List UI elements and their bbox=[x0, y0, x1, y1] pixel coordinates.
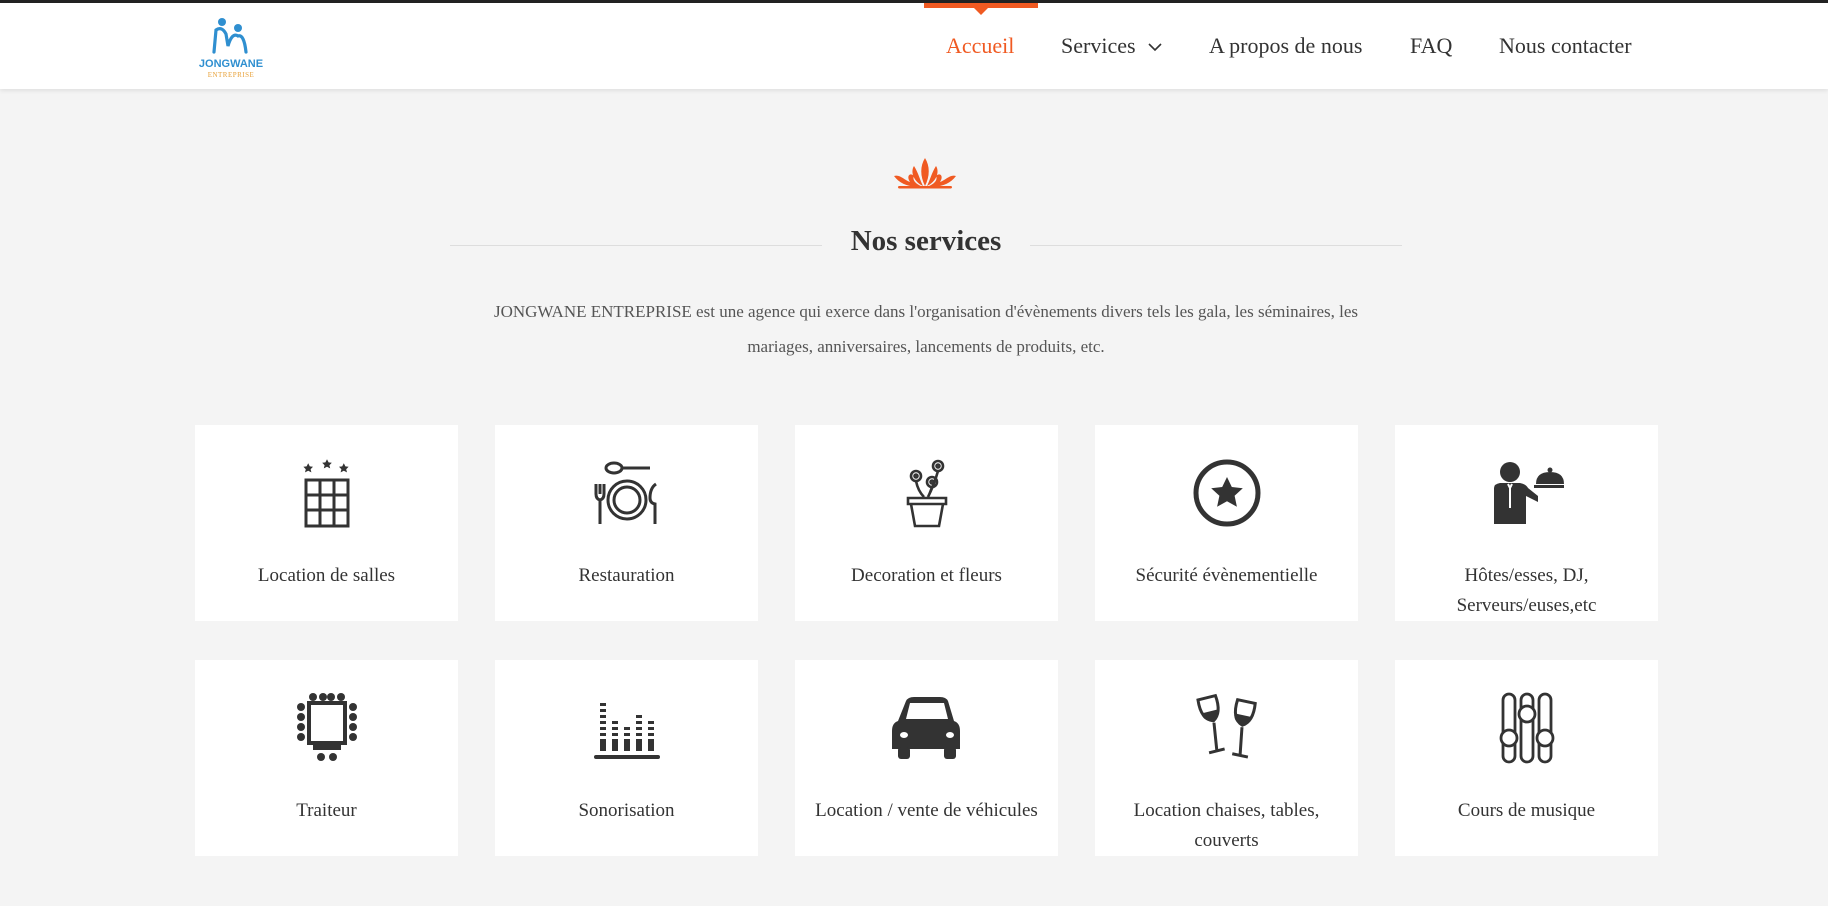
wine-glasses-icon bbox=[1187, 692, 1267, 764]
service-label: Cours de musique bbox=[1457, 800, 1596, 821]
service-label: Restauration bbox=[578, 565, 675, 586]
nav-services-label: Services bbox=[1061, 33, 1136, 58]
nav-contact-label: Nous contacter bbox=[1499, 33, 1632, 58]
service-card-vehicules[interactable]: Location / vente de véhicules bbox=[795, 660, 1058, 856]
site-header: JONGWANE ENTREPRISE Accueil Services A p… bbox=[0, 3, 1828, 89]
nav-about-label: A propos de nous bbox=[1209, 33, 1363, 58]
nav-about[interactable]: A propos de nous bbox=[1209, 33, 1362, 59]
service-card-sonorisation[interactable]: Sonorisation bbox=[495, 660, 758, 856]
building-icon bbox=[287, 457, 367, 529]
service-card-decoration[interactable]: Decoration et fleurs bbox=[795, 425, 1058, 621]
service-label: Sécurité évènementielle bbox=[1135, 565, 1318, 586]
nav-accueil-label: Accueil bbox=[946, 33, 1015, 58]
car-icon bbox=[887, 692, 967, 764]
service-card-restauration[interactable]: Restauration bbox=[495, 425, 758, 621]
equalizer-icon bbox=[587, 692, 667, 764]
logo[interactable]: JONGWANE ENTREPRISE bbox=[198, 16, 264, 80]
service-label-line1: Location chaises, tables, bbox=[1133, 800, 1320, 821]
ornament-icon bbox=[894, 158, 956, 189]
nav-contact[interactable]: Nous contacter bbox=[1499, 33, 1632, 59]
service-label: Sonorisation bbox=[578, 800, 675, 821]
service-label-line2: Serveurs/euses,etc bbox=[1456, 595, 1597, 616]
service-label-line2: couverts bbox=[1194, 830, 1259, 851]
service-card-location-salles[interactable]: Location de salles bbox=[195, 425, 458, 621]
plate-cutlery-icon bbox=[587, 457, 667, 529]
description-line-2: mariages, anniversaires, lancements de p… bbox=[747, 337, 1105, 356]
nav-faq[interactable]: FAQ bbox=[1410, 33, 1452, 59]
people-icon bbox=[212, 18, 248, 54]
nav-faq-label: FAQ bbox=[1410, 33, 1453, 58]
service-card-securite[interactable]: Sécurité évènementielle bbox=[1095, 425, 1358, 621]
service-label: Location / vente de véhicules bbox=[815, 800, 1038, 821]
service-card-hotes[interactable]: Hôtes/esses, DJ, Serveurs/euses,etc bbox=[1395, 425, 1658, 621]
star-badge-icon bbox=[1187, 457, 1267, 529]
description-line-1: JONGWANE ENTREPRISE est une agence qui e… bbox=[493, 302, 1359, 321]
chevron-down-icon bbox=[1147, 43, 1162, 52]
section-description: JONGWANE ENTREPRISE est une agence qui e… bbox=[470, 294, 1382, 364]
waiter-icon bbox=[1487, 457, 1567, 529]
section-heading: Nos services bbox=[850, 225, 1002, 257]
service-label: Hôtes/esses, DJ, Serveurs/euses,etc bbox=[1405, 561, 1648, 621]
service-label: Location de salles bbox=[257, 565, 396, 586]
logo-subtitle: ENTREPRISE bbox=[207, 71, 255, 79]
logo-name: JONGWANE bbox=[198, 58, 264, 70]
service-label: Location chaises, tables, couverts bbox=[1105, 796, 1348, 856]
section-title: Nos services bbox=[450, 225, 1402, 265]
nav-services[interactable]: Services bbox=[1061, 33, 1162, 59]
sliders-icon bbox=[1487, 692, 1567, 764]
banquet-table-icon bbox=[287, 692, 367, 764]
service-label-line1: Hôtes/esses, DJ, bbox=[1464, 565, 1589, 586]
flower-pot-icon bbox=[887, 457, 967, 529]
active-nav-indicator bbox=[924, 3, 1038, 15]
service-label: Decoration et fleurs bbox=[851, 565, 1002, 586]
service-card-chaises-tables[interactable]: Location chaises, tables, couverts bbox=[1095, 660, 1358, 856]
nav-accueil[interactable]: Accueil bbox=[946, 33, 1014, 59]
service-label: Traiteur bbox=[296, 800, 357, 821]
service-card-musique[interactable]: Cours de musique bbox=[1395, 660, 1658, 856]
service-card-traiteur[interactable]: Traiteur bbox=[195, 660, 458, 856]
